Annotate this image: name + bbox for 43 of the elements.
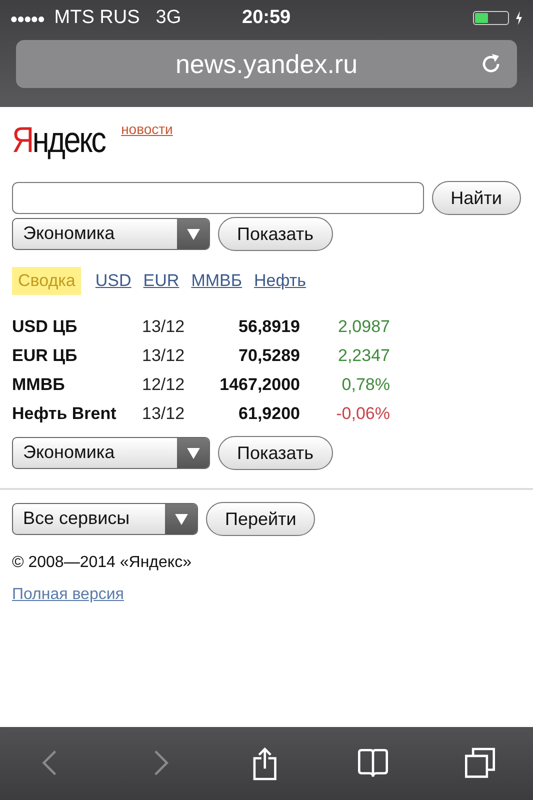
quote-value: 70,5289 [238,346,300,366]
quote-date: 12/12 [142,375,186,395]
go-button[interactable]: Перейти [206,502,316,536]
full-version-link[interactable]: Полная версия [0,586,136,604]
quote-name: Нефть Brent [12,404,118,424]
yandex-logo[interactable]: Яндекс [12,119,105,161]
network-type: 3G [156,7,182,29]
tabs-icon[interactable] [464,746,495,780]
status-time: 20:59 [242,7,291,29]
tab[interactable]: Нефть [254,267,306,295]
charging-icon [515,11,523,25]
quote-change: 0,78% [340,375,390,395]
tab[interactable]: USD [95,267,132,295]
quote-name: EUR ЦБ [12,346,78,366]
dropdown-icon [174,514,188,524]
quote-date: 13/12 [142,346,186,366]
quote-name: ММВБ [12,375,66,395]
copyright-text: © 2008—2014 «Яндекс» [11,554,192,572]
signal-icon: ●●●●● [10,10,44,26]
url-text: news.yandex.ru [175,48,358,80]
search-button[interactable]: Найти [432,181,521,215]
quote-date: 13/12 [142,404,186,424]
tab[interactable]: EUR [143,267,180,295]
category-select[interactable]: Экономика [12,218,210,250]
quote-name: USD ЦБ [12,317,78,337]
quote-value: 61,9200 [238,404,300,424]
quote-date: 13/12 [142,317,186,337]
quote-change: -0,06% [335,404,390,424]
dropdown-icon [186,228,200,240]
category-select[interactable]: Экономика [12,437,210,469]
battery-icon [473,11,509,25]
section-link[interactable]: новости [121,121,173,137]
quote-change: 2,2347 [337,346,390,366]
quote-value: 56,8919 [238,317,300,337]
show-button[interactable]: Показать [218,217,333,251]
carrier-name: MTS RUS [54,7,140,29]
show-button[interactable]: Показать [218,436,333,470]
dropdown-icon [186,448,200,458]
quote-value: 1467,2000 [218,375,300,395]
quote-change: 2,0987 [337,317,390,337]
tab[interactable]: ММВБ [191,267,242,295]
services-select[interactable]: Все сервисы [12,503,198,535]
search-field[interactable] [12,182,424,214]
